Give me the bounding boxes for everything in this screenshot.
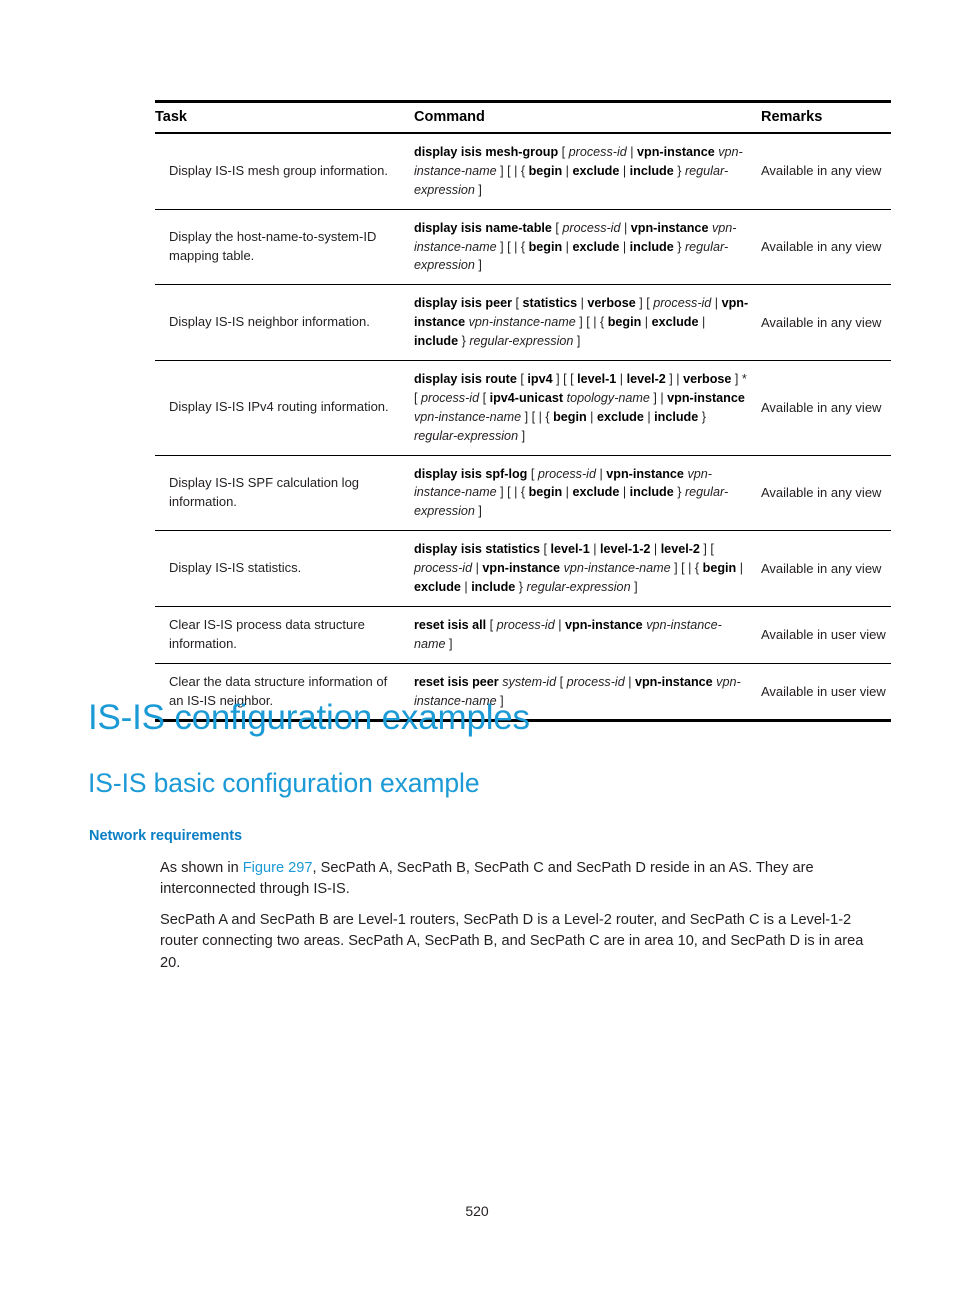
cell-command: display isis peer [ statistics | verbose… xyxy=(414,284,761,362)
page-number: 520 xyxy=(465,1203,489,1219)
paragraph-network-requirements-intro: As shown in Figure 297, SecPath A, SecPa… xyxy=(160,858,866,901)
cell-remarks: Available in any view xyxy=(761,284,891,362)
table-row: Clear IS-IS process data structure infor… xyxy=(155,606,891,664)
section-heading-level1: IS-IS configuration examples xyxy=(88,698,530,737)
cell-command: reset isis all [ process-id | vpn-instan… xyxy=(414,606,761,664)
cell-remarks: Available in user view xyxy=(761,663,891,723)
column-header-task: Task xyxy=(155,100,414,134)
remark-text: Available in any view xyxy=(761,163,882,179)
command-syntax: reset isis all [ process-id | vpn-instan… xyxy=(414,617,722,651)
table-header-row: Task Command Remarks xyxy=(155,100,891,134)
remark-text: Available in any view xyxy=(761,399,882,415)
cell-task: Display IS-IS neighbor information. xyxy=(155,284,414,362)
cell-remarks: Available in any view xyxy=(761,133,891,210)
cell-task: Display IS-IS statistics. xyxy=(155,530,414,607)
cell-task: Clear IS-IS process data structure infor… xyxy=(155,606,414,664)
cell-command: display isis spf-log [ process-id | vpn-… xyxy=(414,455,761,532)
table-row: Display IS-IS SPF calculation log inform… xyxy=(155,455,891,532)
table-row: Display IS-IS statistics. display isis s… xyxy=(155,530,891,607)
cell-command: display isis statistics [ level-1 | leve… xyxy=(414,530,761,607)
table-row: Display IS-IS mesh group information. di… xyxy=(155,133,891,210)
command-syntax: display isis statistics [ level-1 | leve… xyxy=(414,542,744,595)
cell-remarks: Available in any view xyxy=(761,209,891,286)
cell-task: Display the host-name-to-system-ID mappi… xyxy=(155,209,414,286)
cell-task: Display IS-IS SPF calculation log inform… xyxy=(155,455,414,532)
command-syntax: display isis mesh-group [ process-id | v… xyxy=(414,145,743,197)
remark-text: Available in user view xyxy=(761,626,886,642)
document-page: Task Command Remarks Display IS-IS mesh … xyxy=(0,0,954,1296)
cell-remarks: Available in user view xyxy=(761,606,891,664)
column-header-command: Command xyxy=(414,100,761,134)
command-syntax: display isis spf-log [ process-id | vpn-… xyxy=(414,466,729,519)
section-heading-level3: Network requirements xyxy=(89,828,243,844)
cell-remarks: Available in any view xyxy=(761,360,891,456)
table-body: Display IS-IS mesh group information. di… xyxy=(155,133,891,723)
figure-cross-reference-link[interactable]: Figure 297 xyxy=(243,860,313,876)
remark-text: Available in any view xyxy=(761,560,882,576)
command-syntax: display isis name-table [ process-id | v… xyxy=(414,220,737,273)
cell-remarks: Available in any view xyxy=(761,455,891,532)
table-row: Display IS-IS IPv4 routing information. … xyxy=(155,360,891,456)
paragraph-router-levels: SecPath A and SecPath B are Level-1 rout… xyxy=(160,912,864,971)
remark-text: Available in user view xyxy=(761,683,886,699)
paragraph-text-before-link: As shown in xyxy=(160,860,243,876)
table-row: Display the host-name-to-system-ID mappi… xyxy=(155,209,891,286)
command-syntax: display isis route [ ipv4 ] [ [ level-1 … xyxy=(414,372,747,443)
cell-remarks: Available in any view xyxy=(761,530,891,607)
section-heading-level2: IS-IS basic configuration example xyxy=(88,768,480,798)
table-row: Display IS-IS neighbor information. disp… xyxy=(155,284,891,362)
cell-command: display isis route [ ipv4 ] [ [ level-1 … xyxy=(414,360,761,456)
cell-task: Display IS-IS IPv4 routing information. xyxy=(155,360,414,456)
remark-text: Available in any view xyxy=(761,314,882,330)
cell-command: display isis mesh-group [ process-id | v… xyxy=(414,133,761,210)
command-syntax: display isis peer [ statistics | verbose… xyxy=(414,296,749,349)
cell-command: display isis name-table [ process-id | v… xyxy=(414,209,761,286)
remark-text: Available in any view xyxy=(761,484,882,500)
remark-text: Available in any view xyxy=(761,239,882,255)
command-reference-table: Task Command Remarks Display IS-IS mesh … xyxy=(155,100,891,723)
cell-task: Display IS-IS mesh group information. xyxy=(155,133,414,210)
column-header-remarks: Remarks xyxy=(761,100,891,134)
